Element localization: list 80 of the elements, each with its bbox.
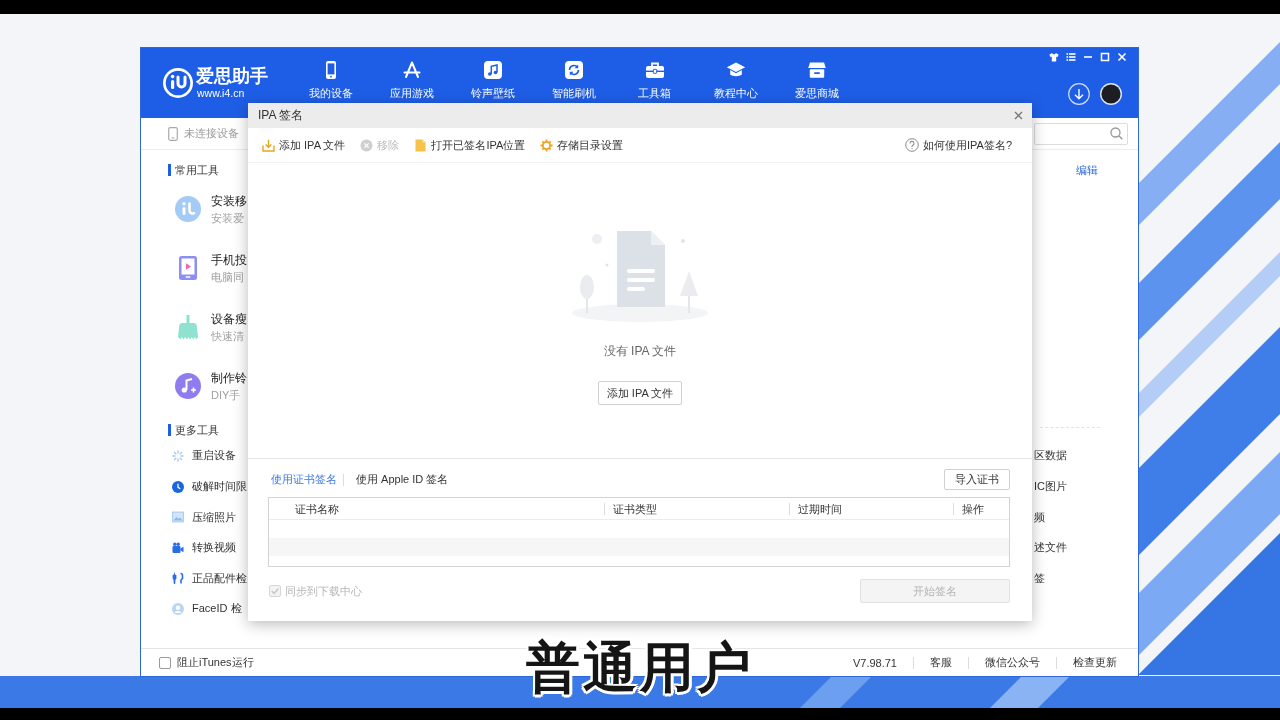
column-header: 操作 [953, 502, 1009, 515]
phone-icon [168, 126, 178, 141]
checkbox-label: 同步到下载中心 [285, 583, 362, 599]
empty-message: 没有 IPA 文件 [603, 344, 677, 358]
tool-link[interactable]: 区数据 [1034, 448, 1067, 464]
tool-name[interactable]: 设备瘦 [211, 311, 247, 327]
tool-link[interactable]: 转换视频 [192, 540, 236, 556]
spinner-icon [172, 450, 184, 462]
toolbar-button[interactable]: 添加 IPA 文件 [262, 135, 346, 155]
toolbox-icon [644, 60, 665, 80]
tool-link[interactable]: 压缩照片 [192, 509, 236, 525]
footer-link[interactable]: 客服 [930, 655, 952, 670]
refresh-icon [563, 60, 584, 80]
search-field[interactable] [1034, 122, 1128, 145]
logo-icon [163, 68, 193, 98]
nav-tab[interactable]: 工具箱 [614, 48, 695, 99]
edit-link[interactable]: 编辑 [1076, 164, 1098, 176]
shirt-icon[interactable] [1049, 52, 1059, 62]
column-header: 证书名称 [294, 502, 340, 515]
toolbar-button[interactable]: 存储目录设置 [540, 135, 624, 155]
footer-link[interactable]: 检查更新 [1073, 655, 1117, 670]
dialog-title: IPA 签名 [258, 107, 304, 124]
tool-name[interactable]: 制作铃 [211, 370, 247, 386]
add-file-button[interactable]: 添加 IPA 文件 [597, 381, 683, 405]
tool-name[interactable]: 安装移 [211, 193, 247, 209]
logo-name: 爱思助手 [196, 66, 268, 87]
nav-tab[interactable]: 铃声壁纸 [452, 48, 533, 99]
toolbar-button[interactable]: 打开已签名IPA位置 [414, 135, 526, 155]
nav-tab[interactable]: 我的设备 [290, 48, 371, 99]
download-tray-icon [262, 138, 275, 152]
checkbox[interactable] [159, 656, 171, 669]
import-button[interactable]: 导入证书 [944, 469, 1010, 490]
tool-name[interactable]: 手机投 [211, 252, 247, 268]
tool-link[interactable]: 重启设备 [192, 448, 236, 464]
tool-description: 快速清 [211, 328, 245, 343]
tool-description: 电脑同 [211, 269, 245, 284]
nav-tab[interactable]: 教程中心 [695, 48, 776, 99]
close-circle-icon [360, 138, 374, 152]
tool-link[interactable]: FaceID 检 [192, 601, 242, 617]
section-title: 更多工具 [168, 424, 219, 436]
tool-link[interactable]: 正品配件检 [192, 570, 247, 586]
search-icon[interactable] [1110, 127, 1123, 140]
section-title: 常用工具 [168, 164, 219, 176]
tool-link[interactable]: 频 [1034, 509, 1045, 525]
footer-link[interactable]: 微信公众号 [985, 655, 1040, 670]
music-note-icon [482, 60, 503, 80]
gear-icon [540, 138, 554, 152]
checkbox-label: 阻止iTunes运行 [177, 655, 254, 670]
clock-icon [172, 480, 184, 493]
nav-tab[interactable]: 爱思商城 [776, 48, 857, 99]
video-camera-icon [172, 541, 184, 554]
close-icon[interactable] [1014, 111, 1023, 120]
avatar-icon[interactable] [1100, 83, 1122, 105]
column-header: 证书类型 [604, 502, 789, 515]
logo-url: www.i4.cn [197, 87, 246, 100]
tab[interactable]: 使用 Apple ID 签名 [353, 469, 452, 490]
tool-description: DIY手 [211, 387, 242, 402]
maximize-icon[interactable] [1100, 52, 1110, 62]
device-status: 未连接设备 [184, 126, 239, 141]
image-icon [172, 511, 184, 524]
help-icon [904, 138, 919, 152]
store-icon [806, 60, 827, 80]
music-note-icon[interactable] [175, 373, 201, 399]
tab[interactable]: 使用证书签名 [268, 469, 340, 490]
list-icon[interactable] [1066, 52, 1076, 62]
nav-tab[interactable]: 智能刷机 [533, 48, 614, 99]
nav-tab[interactable]: 应用游戏 [371, 48, 452, 99]
column-header: 过期时间 [789, 502, 953, 515]
tool-link[interactable]: 述文件 [1034, 540, 1067, 556]
a-shape-icon [401, 60, 422, 80]
plug-icon [172, 572, 184, 585]
tool-description: 安装爱 [211, 210, 245, 225]
download-icon[interactable] [1068, 83, 1090, 105]
version-label: V7.98.71 [852, 656, 897, 669]
tool-link[interactable]: 签 [1034, 570, 1045, 586]
file-icon [414, 138, 428, 152]
user-circle-icon [172, 602, 184, 615]
tool-link[interactable]: 破解时间限 [192, 479, 247, 495]
help-link[interactable]: 如何使用IPA签名? [904, 135, 1012, 155]
tool-link[interactable]: IC图片 [1034, 479, 1067, 495]
